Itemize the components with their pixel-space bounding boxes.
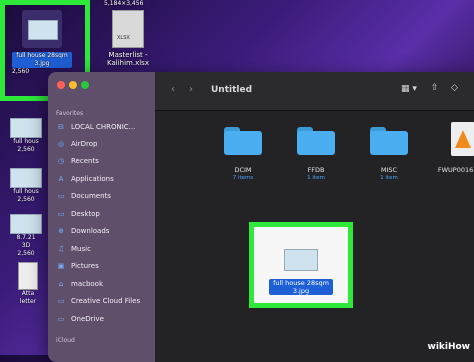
- desktop-icon: ▭: [57, 210, 65, 218]
- sidebar-section-icloud: iCloud: [56, 337, 75, 344]
- grid-view-icon[interactable]: ▦ ▾: [401, 84, 417, 94]
- dragged-file-label: full house 28sqm 3.jpg: [269, 279, 333, 295]
- sidebar-item-downloads[interactable]: ⊕ Downloads: [56, 225, 109, 237]
- image-thumbnail: [284, 249, 318, 271]
- desktop-partial-label: 5,184×3,456: [104, 0, 144, 7]
- wikihow-watermark: wikiHow: [427, 342, 471, 352]
- window-title: Untitled: [211, 85, 253, 95]
- folder-icon: ▭: [57, 315, 65, 323]
- sidebar-section-favorites: Favorites: [56, 110, 84, 117]
- folder-item-count: 1 item: [380, 175, 398, 181]
- folder-icon[interactable]: [370, 127, 408, 155]
- finder-toolbar: ‹ › Untitled ▦ ▾ ⇧ ◇ ⋯: [155, 72, 474, 111]
- sidebar-item-desktop[interactable]: ▭ Desktop: [56, 208, 100, 220]
- sidebar-item-creative-cloud[interactable]: ▭ Creative Cloud Files: [56, 295, 140, 307]
- clock-icon: ◷: [57, 157, 65, 165]
- vlc-file-icon[interactable]: [451, 122, 474, 156]
- image-thumbnail: [10, 118, 42, 138]
- desktop-image-icon-4[interactable]: 8.7.21 3D 2,560: [4, 214, 48, 258]
- sidebar-item-music[interactable]: ♫ Music: [56, 243, 91, 255]
- image-thumbnail: [10, 214, 42, 234]
- download-icon: ⊕: [58, 227, 64, 235]
- document-thumbnail: [18, 262, 38, 290]
- minimize-button[interactable]: [69, 81, 77, 89]
- folder-item-count: 1 item: [307, 175, 325, 181]
- music-icon: ♫: [57, 245, 65, 253]
- sidebar-item-pictures[interactable]: ▣ Pictures: [56, 260, 99, 272]
- sidebar-item-macbook[interactable]: ⌂ macbook: [56, 278, 103, 290]
- folder-icon: ▭: [57, 297, 65, 305]
- home-icon: ⌂: [58, 280, 64, 288]
- folder-name: DCIM: [234, 166, 252, 174]
- folder-name: FFDB: [307, 166, 325, 174]
- sidebar-item-applications[interactable]: A Applications: [56, 173, 114, 185]
- share-icon[interactable]: ⇧: [431, 83, 439, 93]
- close-button[interactable]: [57, 81, 65, 89]
- applications-icon: A: [58, 175, 64, 183]
- folder-item-count: 7 items: [232, 175, 254, 181]
- desktop-image-icon-3[interactable]: full hous 2,560: [4, 168, 48, 204]
- zoom-button[interactable]: [81, 81, 89, 89]
- desktop-spreadsheet-icon[interactable]: XLSX Masterlist - Kalihim.xlsx: [100, 10, 156, 67]
- folder-name: MISC: [380, 166, 398, 174]
- sidebar-item-onedrive[interactable]: ▭ OneDrive: [56, 313, 104, 325]
- airdrop-icon: ◎: [57, 140, 65, 148]
- desktop-image-icon-2[interactable]: full hous 2,560: [4, 118, 48, 154]
- pictures-icon: ▣: [57, 262, 65, 270]
- drive-icon: ⊟: [58, 123, 64, 131]
- finder-sidebar: Favorites ⊟ LOCAL CHRONIC... ◎ AirDrop ◷ Re…: [48, 72, 155, 362]
- image-thumbnail: [10, 168, 42, 188]
- dragged-file[interactable]: full house 28sqm 3.jpg: [254, 227, 348, 303]
- folder-icon[interactable]: [224, 127, 262, 155]
- document-icon: ▭: [57, 192, 65, 200]
- finder-content: ‹ › Untitled ▦ ▾ ⇧ ◇ ⋯ DCIM 7 items FFDB…: [155, 72, 474, 362]
- tag-icon[interactable]: ◇: [451, 83, 458, 93]
- sidebar-item-documents[interactable]: ▭ Documents: [56, 190, 111, 202]
- desktop-document-icon-5[interactable]: Atta letter: [8, 262, 48, 306]
- sidebar-item-local-chronic[interactable]: ⊟ LOCAL CHRONIC...: [56, 121, 135, 133]
- sidebar-item-airdrop[interactable]: ◎ AirDrop: [56, 138, 98, 150]
- folder-icon[interactable]: [297, 127, 335, 155]
- forward-icon[interactable]: ›: [189, 84, 193, 95]
- sidebar-item-recents[interactable]: ◷ Recents: [56, 155, 99, 167]
- finder-window: Favorites ⊟ LOCAL CHRONIC... ◎ AirDrop ◷ Re…: [48, 72, 474, 362]
- spreadsheet-thumbnail: XLSX: [112, 10, 144, 48]
- file-name: FWUP0016.DAT: [437, 166, 474, 174]
- back-icon[interactable]: ‹: [171, 84, 175, 95]
